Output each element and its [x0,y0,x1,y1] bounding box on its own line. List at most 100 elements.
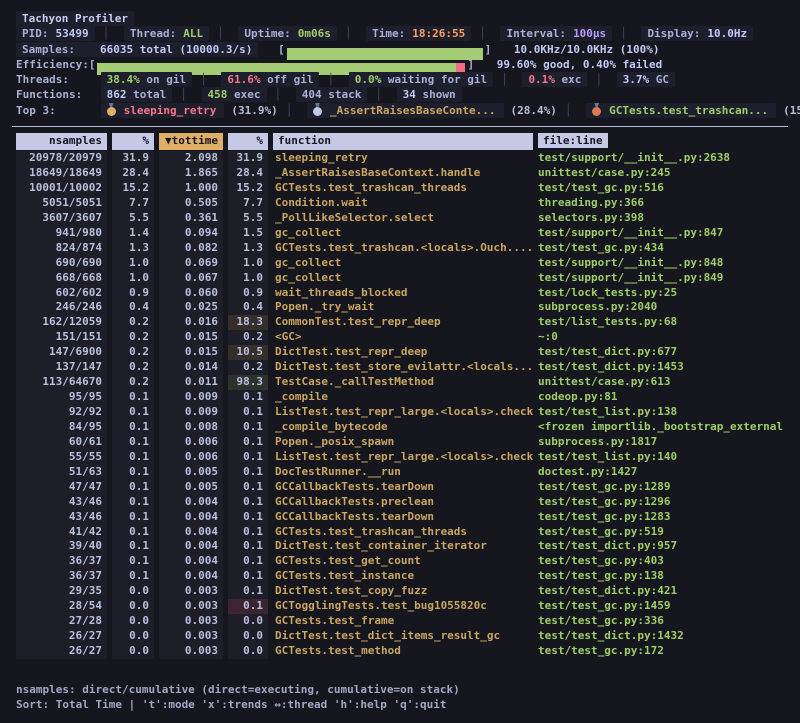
function-name-cell: ListTest.test_repr_large.<locals>.check [273,450,533,465]
direct-pct-cell: 0.2 [112,360,154,375]
column-header-pct[interactable]: % [112,133,154,150]
top3-item: _AssertRaisesBaseConte...(28.4%)│ [307,104,580,117]
direct-pct-cell: 0.1 [112,510,154,525]
column-header-file-line[interactable]: file:line [538,133,608,148]
nsamples-cell: 26/27 [16,629,107,644]
bar-close-bracket: ] [485,43,492,56]
table-row[interactable]: 27/28 0.0 0.003 0.0 GCTests.test_frame t… [16,614,784,629]
table-row[interactable]: 668/668 1.0 0.067 1.0 gc_collect test/su… [16,271,784,286]
table-row[interactable]: 147/6900 0.2 0.015 10.5 DictTest.test_re… [16,345,784,360]
nsamples-cell: 43/46 [16,510,107,525]
cumulative-pct-cell: 0.0 [228,629,268,644]
nsamples-cell: 47/47 [16,480,107,495]
tottime-cell: 0.003 [159,599,223,614]
function-name-cell: wait_threads_blocked [273,286,533,301]
direct-pct-cell: 0.1 [112,480,154,495]
table-row[interactable]: 151/151 0.2 0.015 0.2 <GC> ~:0 [16,330,784,345]
table-row[interactable]: 246/246 0.4 0.025 0.4 Popen._try_wait su… [16,300,784,315]
column-header-nsamples[interactable]: nsamples [16,133,107,150]
efficiency-row: Efficiency:[] 99.60% good, 0.40% failed [16,57,784,72]
top3-item: GCTests.test_trashcan...(15.2%) [586,104,800,117]
nsamples-cell: 246/246 [16,300,107,315]
tottime-cell: 0.003 [159,614,223,629]
cumulative-pct-cell: 1.3 [228,241,268,256]
file-line-cell: <frozen importlib._bootstrap_external [538,420,784,435]
medal-icon [107,103,116,116]
table-row[interactable]: 20978/20979 31.9 2.098 31.9 sleeping_ret… [16,151,784,166]
nsamples-cell: 690/690 [16,256,107,271]
functions-item-text: stack [322,88,362,101]
status-item-value: 0m06s [298,27,331,40]
efficiency-label: Efficiency: [16,58,89,71]
tottime-cell: 0.008 [159,420,223,435]
table-row[interactable]: 95/95 0.1 0.009 0.1 _compile codeop.py:8… [16,390,784,405]
table-row[interactable]: 18649/18649 28.4 1.865 28.4 _AssertRaise… [16,166,784,181]
app-title: Tachyon Profiler [16,11,134,26]
threads-item: 61.6% off gil│ [221,73,342,86]
table-row[interactable]: 602/602 0.9 0.060 0.9 wait_threads_block… [16,286,784,301]
bar-open-bracket: [ [89,58,96,71]
table-row[interactable]: 10001/10002 15.2 1.000 15.2 GCTests.test… [16,181,784,196]
table-row[interactable]: 3607/3607 5.5 0.361 5.5 _PollLikeSelecto… [16,211,784,226]
top3-row: Top 3: sleeping_retry(31.9%)│ _AssertRai… [16,103,784,118]
nsamples-cell: 36/37 [16,569,107,584]
table-row[interactable]: 43/46 0.1 0.004 0.1 GCCallbackTests.prec… [16,495,784,510]
table-row[interactable]: 26/27 0.0 0.003 0.0 GCTests.test_method … [16,644,784,659]
top3-label: Top 3: [16,103,94,118]
direct-pct-cell: 28.4 [112,166,154,181]
file-line-cell: test/test_gc.py:519 [538,525,784,540]
table-row[interactable]: 824/874 1.3 0.082 1.3 GCTests.test_trash… [16,241,784,256]
status-item-value: 10.0Hz [707,27,747,40]
table-row[interactable]: 26/27 0.0 0.003 0.0 DictTest.test_dict_i… [16,629,784,644]
column-header-cum-pct[interactable]: % [228,133,268,150]
file-line-cell: subprocess.py:1817 [538,435,784,450]
function-name-cell: CommonTest.test_repr_deep [273,315,533,330]
table-row[interactable]: 36/37 0.1 0.004 0.1 GCTests.test_instanc… [16,569,784,584]
table-row[interactable]: 29/35 0.0 0.003 0.1 DictTest.test_copy_f… [16,584,784,599]
function-name-cell: _AssertRaisesBaseContext.handle [273,166,533,181]
table-row[interactable]: 39/40 0.1 0.004 0.1 DictTest.test_contai… [16,539,784,554]
tottime-cell: 1.865 [159,166,223,181]
cumulative-pct-cell: 0.1 [228,450,268,465]
table-row[interactable]: 941/980 1.4 0.094 1.5 gc_collect test/su… [16,226,784,241]
status-item: Time:18:26:55│ [366,27,494,40]
cumulative-pct-cell: 5.5 [228,211,268,226]
nsamples-cell: 18649/18649 [16,166,107,181]
cumulative-pct-cell: 0.2 [228,330,268,345]
cumulative-pct-cell: 1.0 [228,271,268,286]
function-name-cell: GCTests.test_trashcan.<locals>.Ouch.... [273,241,533,256]
table-row[interactable]: 51/63 0.1 0.005 0.1 DocTestRunner.__run … [16,465,784,480]
tottime-cell: 0.011 [159,375,223,390]
top3-item: sleeping_retry(31.9%)│ [101,104,301,117]
table-row[interactable]: 36/37 0.1 0.004 0.1 GCTests.test_get_cou… [16,554,784,569]
direct-pct-cell: 0.0 [112,629,154,644]
top3-function-name: sleeping_retry [124,104,217,117]
file-line-cell: doctest.py:1427 [538,465,784,480]
table-row[interactable]: 28/54 0.0 0.003 0.1 GCTogglingTests.test… [16,599,784,614]
nsamples-cell: 162/12059 [16,315,107,330]
table-row[interactable]: 60/61 0.1 0.006 0.1 Popen._posix_spawn s… [16,435,784,450]
cumulative-pct-cell: 10.5 [228,345,268,360]
table-row[interactable]: 55/55 0.1 0.006 0.1 ListTest.test_repr_l… [16,450,784,465]
footer-legend: nsamples: direct/cumulative (direct=exec… [16,682,784,697]
column-header-function[interactable]: function [273,133,533,150]
table-row[interactable]: 690/690 1.0 0.069 1.0 gc_collect test/su… [16,256,784,271]
table-row[interactable]: 41/42 0.1 0.004 0.1 GCTests.test_trashca… [16,525,784,540]
column-header-tottime-sorted[interactable]: ▼tottime [159,133,223,150]
table-row[interactable]: 5051/5051 7.7 0.505 7.7 Condition.wait t… [16,196,784,211]
table-row[interactable]: 84/95 0.1 0.008 0.1 _compile_bytecode <f… [16,420,784,435]
table-row[interactable]: 43/46 0.1 0.004 0.1 GCCallbackTests.tear… [16,510,784,525]
file-line-cell: test/test_gc.py:434 [538,241,784,256]
direct-pct-cell: 0.2 [112,345,154,360]
table-row[interactable]: 137/147 0.2 0.014 0.2 DictTest.test_stor… [16,360,784,375]
cumulative-pct-cell: 7.7 [228,196,268,211]
nsamples-cell: 824/874 [16,241,107,256]
table-row[interactable]: 162/12059 0.2 0.016 18.3 CommonTest.test… [16,315,784,330]
status-item-label: Display: [647,27,700,40]
table-row[interactable]: 47/47 0.1 0.005 0.1 GCCallbackTests.tear… [16,480,784,495]
table-row[interactable]: 92/92 0.1 0.009 0.1 ListTest.test_repr_l… [16,405,784,420]
direct-pct-cell: 0.1 [112,435,154,450]
tottime-cell: 0.094 [159,226,223,241]
table-row[interactable]: 113/64670 0.2 0.011 98.3 TestCase._callT… [16,375,784,390]
tottime-cell: 0.060 [159,286,223,301]
